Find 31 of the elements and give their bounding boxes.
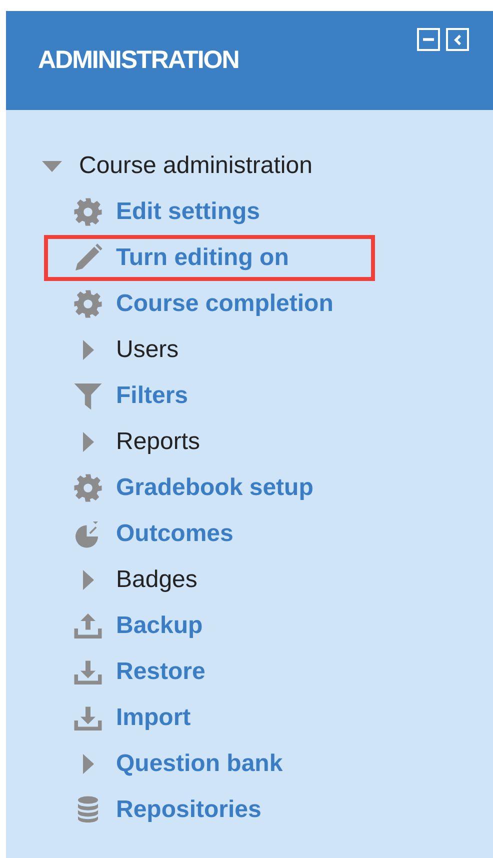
dock-button[interactable] [446, 28, 469, 51]
menu-link[interactable]: Gradebook setup [116, 470, 314, 506]
gear-icon [73, 197, 103, 227]
menu-link[interactable]: Repositories [116, 792, 262, 828]
block-title: ADMINISTRATION [38, 45, 239, 76]
menu-link[interactable]: Restore [116, 654, 206, 690]
tree-node-label[interactable]: Users [116, 332, 179, 368]
expanded-arrow-icon[interactable] [42, 160, 62, 172]
menu-link[interactable]: Import [116, 700, 191, 736]
minimize-button[interactable] [417, 28, 440, 51]
menu-link[interactable]: Course completion [116, 286, 334, 322]
menu-link[interactable]: Filters [116, 378, 188, 414]
menu-link[interactable]: Turn editing on [116, 240, 289, 276]
funnel-icon [73, 381, 103, 411]
minus-icon [423, 38, 434, 41]
tree-node-label[interactable]: Course administration [79, 148, 312, 184]
gear-icon [73, 289, 103, 319]
upload-icon [73, 611, 103, 641]
tree-node-label[interactable]: Reports [116, 424, 200, 460]
collapsed-arrow-icon[interactable] [82, 340, 94, 360]
pencil-icon [73, 243, 103, 273]
tree-node-label[interactable]: Badges [116, 562, 198, 598]
menu-link[interactable]: Outcomes [116, 516, 234, 552]
chevron-left-icon [454, 34, 462, 46]
menu-link[interactable]: Backup [116, 608, 203, 644]
gear-icon [73, 473, 103, 503]
menu-link[interactable]: Question bank [116, 746, 283, 782]
collapsed-arrow-icon[interactable] [82, 570, 94, 590]
collapsed-arrow-icon[interactable] [82, 432, 94, 452]
menu-link[interactable]: Edit settings [116, 194, 260, 230]
collapsed-arrow-icon[interactable] [82, 754, 94, 774]
